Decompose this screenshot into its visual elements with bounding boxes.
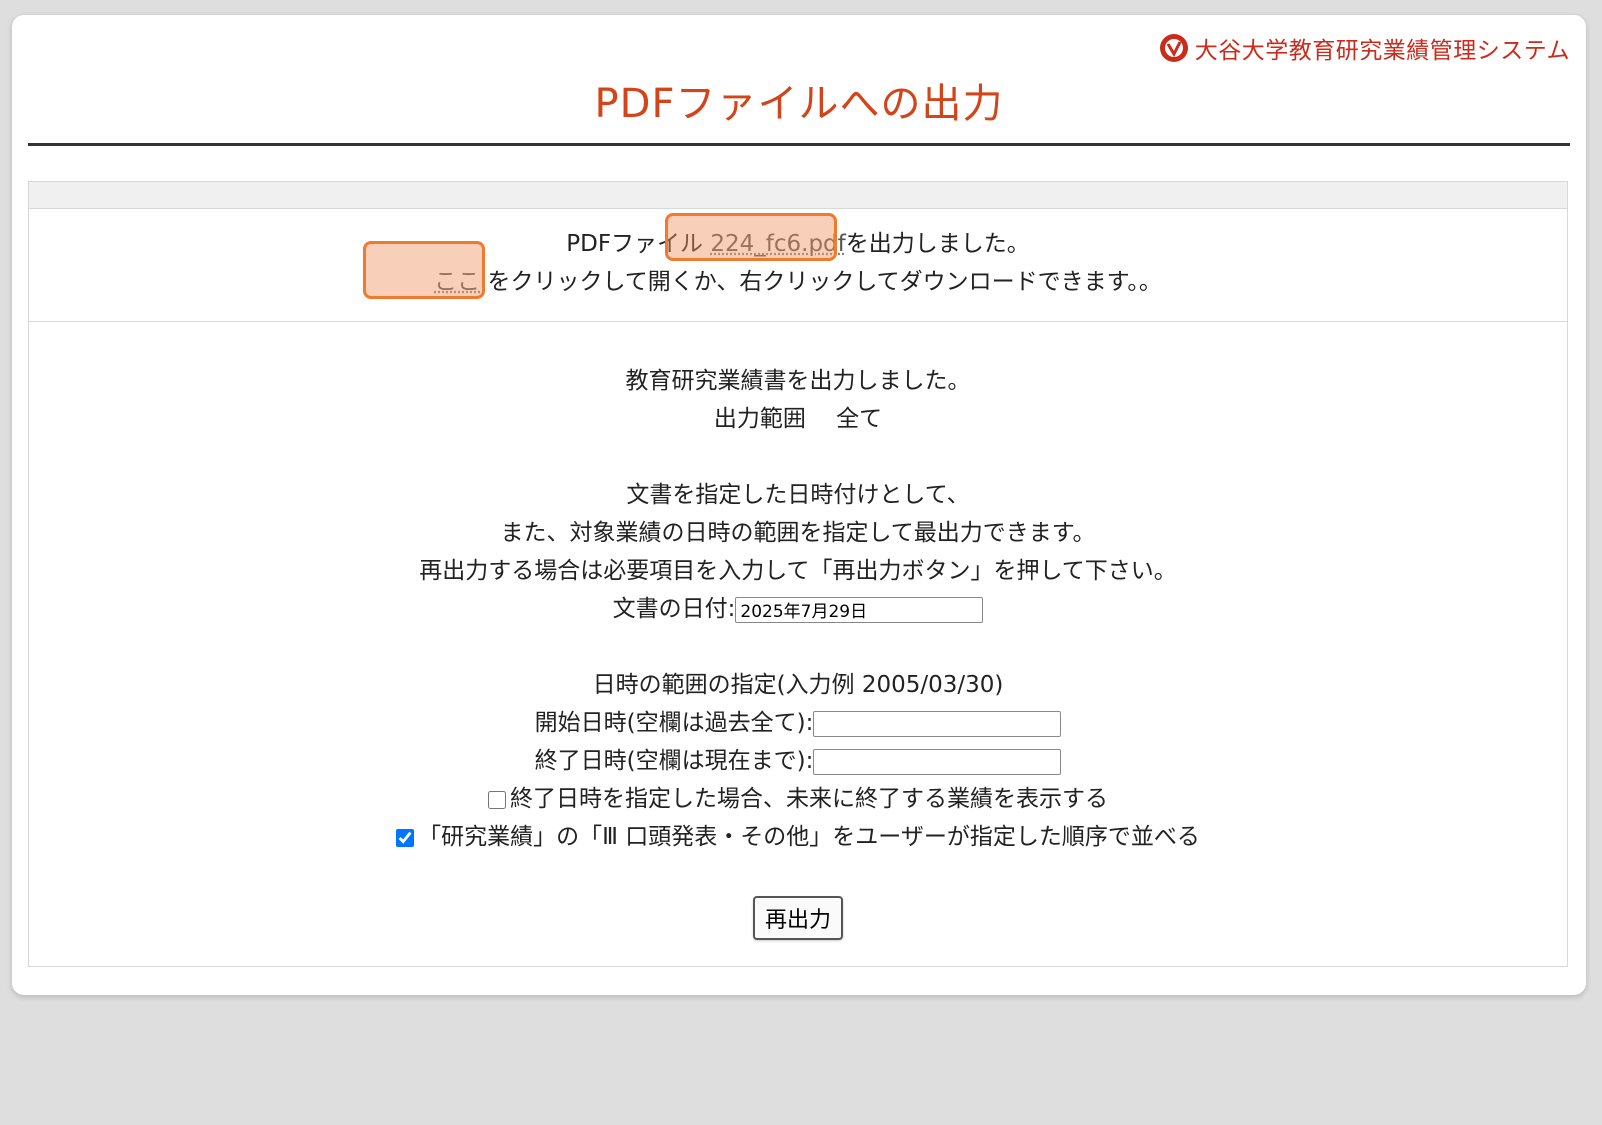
description-line-1: 文書を指定した日時付けとして、 bbox=[626, 482, 970, 508]
end-date-label: 終了日時(空欄は現在まで): bbox=[534, 748, 814, 774]
order-checkbox[interactable] bbox=[396, 828, 415, 847]
start-date-label: 開始日時(空欄は過去全て): bbox=[534, 710, 814, 736]
output-panel: PDFファイル 224_fc6.pdfを出力しました。 ここ をクリックして開く… bbox=[28, 181, 1568, 967]
output-done-text: 教育研究業績書を出力しました。 bbox=[625, 368, 971, 394]
end-date-input[interactable] bbox=[813, 748, 1062, 775]
brand-name: 大谷大学教育研究業績管理システム bbox=[1194, 38, 1570, 64]
reoutput-form: 教育研究業績書を出力しました。 出力範囲 全て 文書を指定した日時付けとして、 … bbox=[29, 322, 1567, 940]
notice-suffix: を出力しました。 bbox=[845, 231, 1030, 257]
pdf-file-link[interactable]: 224_fc6.pdf bbox=[710, 231, 845, 257]
download-notice: PDFファイル 224_fc6.pdfを出力しました。 ここ をクリックして開く… bbox=[29, 209, 1567, 322]
panel-header bbox=[29, 182, 1567, 209]
page-title: PDFファイルへの出力 bbox=[594, 81, 1004, 127]
doc-date-input[interactable] bbox=[735, 596, 984, 623]
start-date-row: 開始日時(空欄は過去全て): bbox=[29, 704, 1567, 742]
doc-date-row: 文書の日付: bbox=[29, 590, 1567, 628]
brand[interactable]: 大谷大学教育研究業績管理システム bbox=[1159, 31, 1570, 65]
range-text: 出力範囲 全て bbox=[713, 406, 883, 432]
main-card: 大谷大学教育研究業績管理システム PDFファイルへの出力 PDFファイル 224… bbox=[12, 15, 1586, 995]
brand-logo-icon bbox=[1159, 34, 1188, 62]
end-date-row: 終了日時(空欄は現在まで): bbox=[29, 742, 1567, 780]
order-row: 「研究業績」の「Ⅲ 口頭発表・その他」をユーザーが指定した順序で並べる bbox=[29, 818, 1567, 856]
reoutput-button[interactable]: 再出力 bbox=[752, 896, 843, 940]
order-label[interactable]: 「研究業績」の「Ⅲ 口頭発表・その他」をユーザーが指定した順序で並べる bbox=[418, 824, 1200, 850]
start-date-input[interactable] bbox=[813, 710, 1062, 737]
description-line-2: また、対象業績の日時の範囲を指定して最出力できます。 bbox=[500, 520, 1096, 546]
range-title: 日時の範囲の指定(入力例 2005/03/30) bbox=[592, 672, 1004, 698]
future-label[interactable]: 終了日時を指定した場合、未来に終了する業績を表示する bbox=[510, 786, 1108, 812]
notice-line-1: PDFファイル 224_fc6.pdfを出力しました。 bbox=[29, 225, 1567, 263]
open-here-link[interactable]: ここ bbox=[434, 269, 480, 295]
future-checkbox[interactable] bbox=[488, 790, 506, 809]
doc-date-label: 文書の日付: bbox=[612, 596, 736, 622]
title-divider bbox=[28, 143, 1570, 146]
notice-prefix: PDFファイル bbox=[566, 231, 704, 257]
notice-line-2: ここ をクリックして開くか、右クリックしてダウンロードできます。。 bbox=[29, 263, 1567, 301]
notice-instructions: をクリックして開くか、右クリックしてダウンロードできます。。 bbox=[487, 269, 1162, 295]
description-line-3: 再出力する場合は必要項目を入力して「再出力ボタン」を押して下さい。 bbox=[419, 558, 1177, 584]
future-row: 終了日時を指定した場合、未来に終了する業績を表示する bbox=[29, 780, 1567, 818]
